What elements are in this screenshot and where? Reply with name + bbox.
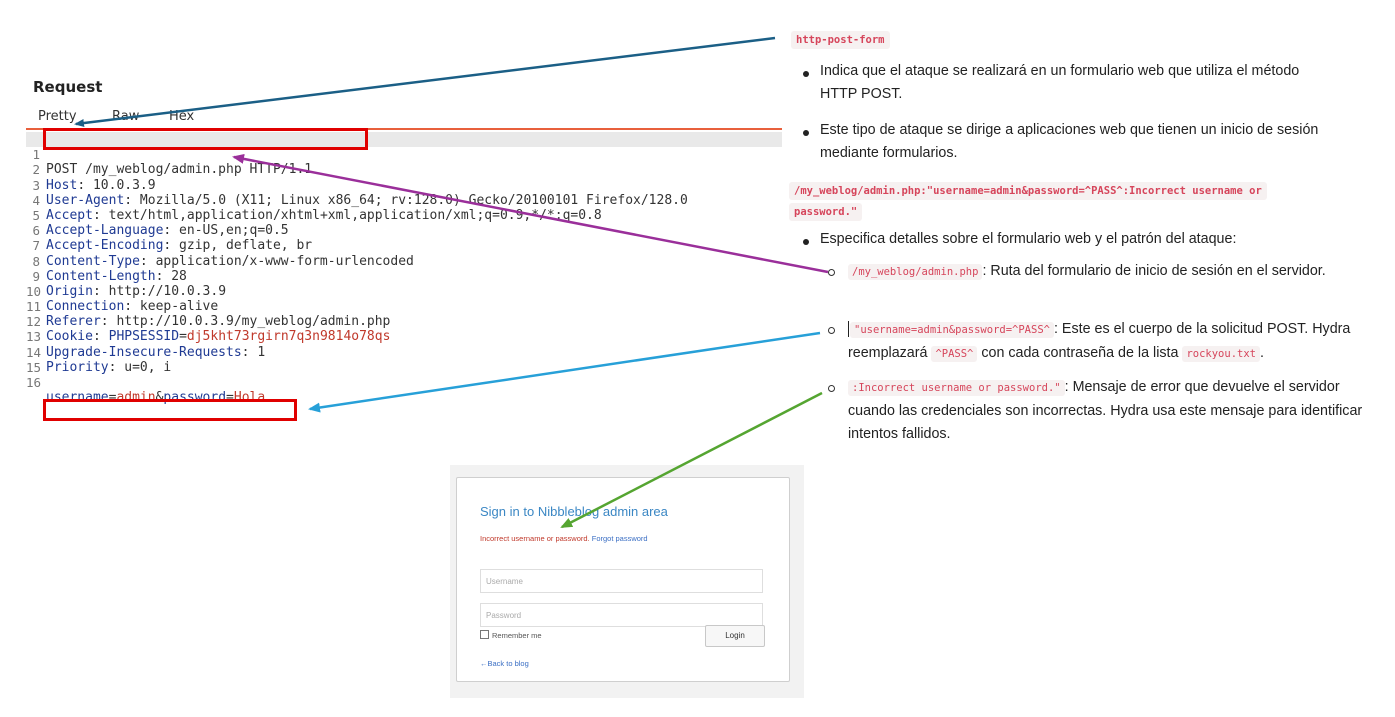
form-spec-line1: /my_weblog/admin.php:"username=admin&pas… bbox=[789, 182, 1267, 200]
sub-bullet-error: :Incorrect username or password.": Mensa… bbox=[848, 376, 1373, 446]
request-tabs: Pretty Raw Hex bbox=[26, 106, 782, 130]
form-spec-chip-line2: password." bbox=[789, 200, 863, 221]
remember-label: Remember me bbox=[492, 631, 542, 640]
back-to-blog-link[interactable]: ←Back to blog bbox=[480, 659, 529, 668]
code-line: 5 Accept-Language: en-US,en;q=0.5 bbox=[26, 193, 782, 238]
code-line: 11 Referer: http://10.0.3.9/my_weblog/ad… bbox=[26, 299, 391, 330]
code-line: 8 Content-Length: 28 bbox=[26, 238, 782, 284]
sub-bullet-circle bbox=[828, 385, 835, 392]
request-title: Request bbox=[33, 78, 103, 96]
form-spec-line2: password." bbox=[789, 203, 863, 221]
code-line: 16 username=admin&password=Hola bbox=[26, 375, 266, 406]
remember-checkbox[interactable] bbox=[480, 630, 489, 639]
line-number: 16 bbox=[26, 375, 42, 391]
body-highlight-box bbox=[43, 399, 297, 421]
username-field[interactable] bbox=[480, 569, 763, 593]
code-rockyou: rockyou.txt bbox=[1182, 346, 1260, 362]
bullet-dot bbox=[803, 130, 809, 136]
code-line: 6 Accept-Encoding: gzip, deflate, br bbox=[26, 208, 782, 253]
chip-http-post-form: http-post-form bbox=[791, 31, 890, 49]
sub-bullet-body: "username=admin&password=^PASS^: Este es… bbox=[848, 318, 1378, 366]
bullet-dot bbox=[803, 239, 809, 245]
login-card: Sign in to Nibbleblog admin area Incorre… bbox=[456, 477, 790, 682]
sub-bullet-text: . bbox=[1259, 345, 1264, 361]
sub-bullet-circle bbox=[828, 269, 835, 276]
sub-bullet-route: /my_weblog/admin.php: Ruta del formulari… bbox=[848, 260, 1348, 284]
code-route: /my_weblog/admin.php bbox=[848, 264, 983, 280]
bullet-form-target: Este tipo de ataque se dirige a aplicaci… bbox=[820, 122, 1319, 161]
request-panel: Request Pretty Raw Hex 1 POST /my_weblog… bbox=[26, 70, 782, 425]
form-spec-chip: /my_weblog/admin.php:"username=admin&pas… bbox=[789, 179, 1389, 200]
request-editor[interactable]: 1 POST /my_weblog/admin.php HTTP/1.1 2 H… bbox=[26, 132, 782, 406]
login-button[interactable]: Login bbox=[705, 625, 765, 647]
code-line: 10 Connection: keep-alive bbox=[26, 283, 219, 315]
code-line: 13 Upgrade-Insecure-Requests: 1 bbox=[26, 329, 266, 360]
forgot-password-link[interactable]: Forgot password bbox=[592, 534, 648, 543]
tab-pretty[interactable]: Pretty bbox=[38, 109, 77, 124]
tab-hex[interactable]: Hex bbox=[169, 109, 194, 124]
code-line: 14 Priority: u=0, i bbox=[26, 344, 172, 375]
sub-bullet-text: : Ruta del formulario de inicio de sesió… bbox=[982, 263, 1326, 279]
code-line: 7 Content-Type: application/x-www-form-u… bbox=[26, 223, 782, 268]
sub-bullet-circle bbox=[828, 327, 835, 334]
bullet-form-details: Especifica detalles sobre el formulario … bbox=[820, 231, 1237, 247]
bullet-post-method: Indica que el ataque se realizará en un … bbox=[820, 63, 1300, 102]
bullet-dot bbox=[803, 71, 809, 77]
login-title: Sign in to Nibbleblog admin area bbox=[480, 504, 668, 519]
code-line: 9 Origin: http://10.0.3.9 bbox=[26, 254, 782, 299]
sub-bullet-text: con cada contraseña de la lista bbox=[977, 345, 1183, 361]
remember-me[interactable]: Remember me bbox=[480, 630, 542, 640]
code-body: "username=admin&password=^PASS^ bbox=[850, 322, 1054, 338]
request-line-highlight-box bbox=[43, 128, 368, 150]
code-line: 12 Cookie: PHPSESSID=dj5kht73rgirn7q3n98… bbox=[26, 314, 391, 345]
login-screenshot: Sign in to Nibbleblog admin area Incorre… bbox=[450, 465, 804, 698]
code-pass: ^PASS^ bbox=[931, 346, 978, 362]
code-error: :Incorrect username or password." bbox=[848, 380, 1065, 396]
tab-raw[interactable]: Raw bbox=[112, 109, 139, 124]
code-line: 4 Accept: text/html,application/xhtml+xm… bbox=[26, 178, 782, 223]
password-field[interactable] bbox=[480, 603, 763, 627]
login-error: Incorrect username or password. Forgot p… bbox=[480, 534, 648, 543]
error-message: Incorrect username or password. bbox=[480, 534, 590, 543]
code-line: 3 User-Agent: Mozilla/5.0 (X11; Linux x8… bbox=[26, 162, 782, 208]
code-line: 15 bbox=[26, 345, 782, 375]
